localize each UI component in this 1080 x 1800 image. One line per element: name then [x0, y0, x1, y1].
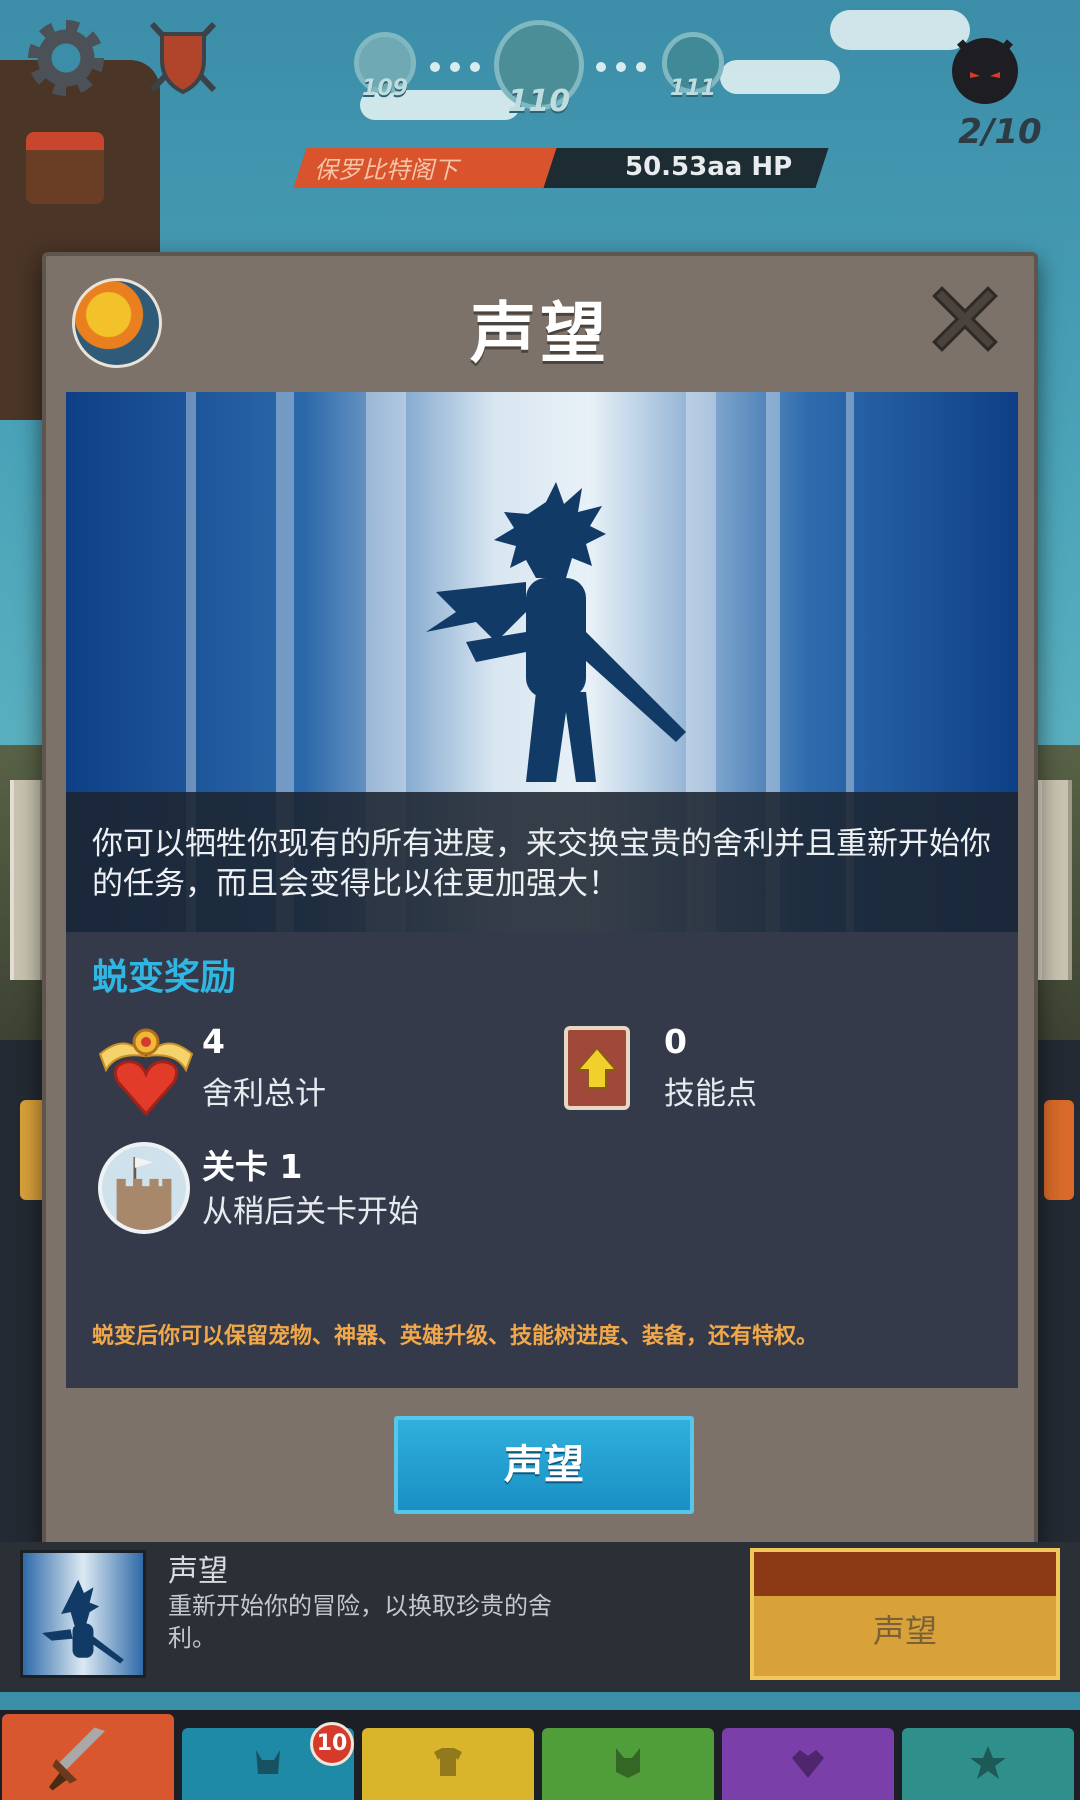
stage-label: 111 — [670, 76, 716, 101]
relics-value: 4 — [202, 1022, 225, 1061]
cloud — [830, 10, 970, 50]
retain-note: 蜕变后你可以保留宠物、神器、英雄升级、技能树进度、装备，还有特权。 — [66, 1258, 1018, 1388]
bottom-tab-bar — [0, 1710, 1080, 1800]
skill-points-label: 技能点 — [664, 1076, 757, 1112]
row-prestige-button[interactable]: 声望 — [750, 1548, 1060, 1680]
row-button-top — [754, 1552, 1056, 1596]
pillar — [1038, 780, 1072, 980]
settings-gear-icon[interactable] — [28, 20, 104, 96]
relic-heart-icon — [98, 1028, 194, 1117]
start-stage-value: 关卡 1 — [202, 1147, 303, 1186]
start-stage-label: 从稍后关卡开始 — [202, 1194, 419, 1230]
tab-pets[interactable] — [542, 1728, 714, 1800]
tab-shop[interactable] — [902, 1728, 1074, 1800]
prestige-list-row: 声望 重新开始你的冒险，以换取珍贵的舍利。 声望 — [0, 1542, 1080, 1692]
row-button-label: 声望 — [872, 1612, 937, 1650]
rewards-panel: 蜕变奖励 4 舍利总计 0 技能点 关卡 1 从稍后关卡开始 — [66, 932, 1018, 1258]
hero-silhouette-icon — [426, 482, 686, 782]
stage-label: 110 — [507, 84, 571, 119]
dialog-title: 声望 — [470, 295, 610, 372]
shirt-icon — [434, 1748, 462, 1776]
relics-label: 舍利总计 — [202, 1076, 326, 1112]
prestige-thumbnail — [20, 1550, 146, 1678]
tab-artifacts[interactable] — [722, 1728, 894, 1800]
artifact-icon — [792, 1750, 824, 1778]
rewards-title: 蜕变奖励 — [92, 957, 237, 998]
boss-name: 保罗比特阁下 — [314, 156, 458, 184]
clan-shield-icon[interactable] — [148, 20, 218, 96]
prestige-banner: 你可以牺牲你现有的所有进度，来交换宝贵的舍利并且重新开始你的任务，而且会变得比以… — [66, 392, 1018, 932]
stage-dot — [596, 62, 606, 72]
prestige-confirm-button[interactable]: 声望 — [394, 1416, 694, 1514]
tab-sword[interactable] — [2, 1714, 174, 1800]
close-icon[interactable] — [930, 284, 1000, 354]
row-description: 重新开始你的冒险，以换取珍贵的舍利。 — [168, 1592, 552, 1652]
shop-stall-icon[interactable] — [26, 132, 104, 204]
row-title: 声望 — [168, 1554, 228, 1589]
cloud — [720, 60, 840, 94]
stage-dot — [470, 62, 480, 72]
tab-equipment[interactable] — [362, 1728, 534, 1800]
skill-points-value: 0 — [664, 1022, 687, 1061]
star-icon — [970, 1746, 1006, 1779]
stage-label: 109 — [362, 76, 408, 101]
helmet-icon — [256, 1750, 280, 1774]
stage-dot — [430, 62, 440, 72]
stage-dot — [450, 62, 460, 72]
stage-dot — [616, 62, 626, 72]
demon-icon — [952, 38, 1018, 104]
stage-dot — [636, 62, 646, 72]
side-button — [1044, 1100, 1074, 1200]
boss-hp-value: 50.53aa HP — [625, 152, 793, 182]
prestige-dialog: 声望 你可以牺牲你现有的所有进度，来交换宝贵的舍利并且重新开始你的任务，而且会变… — [42, 252, 1038, 1548]
pillar — [10, 780, 44, 980]
notification-badge: 10 — [310, 1722, 354, 1766]
pet-icon — [616, 1748, 640, 1778]
prestige-description: 你可以牺牲你现有的所有进度，来交换宝贵的舍利并且重新开始你的任务，而且会变得比以… — [66, 792, 1018, 932]
sword-icon — [49, 1727, 105, 1791]
wave-counter: 2/10 — [958, 112, 1042, 152]
castle-stage-icon — [98, 1142, 190, 1234]
skill-book-icon — [564, 1026, 630, 1110]
